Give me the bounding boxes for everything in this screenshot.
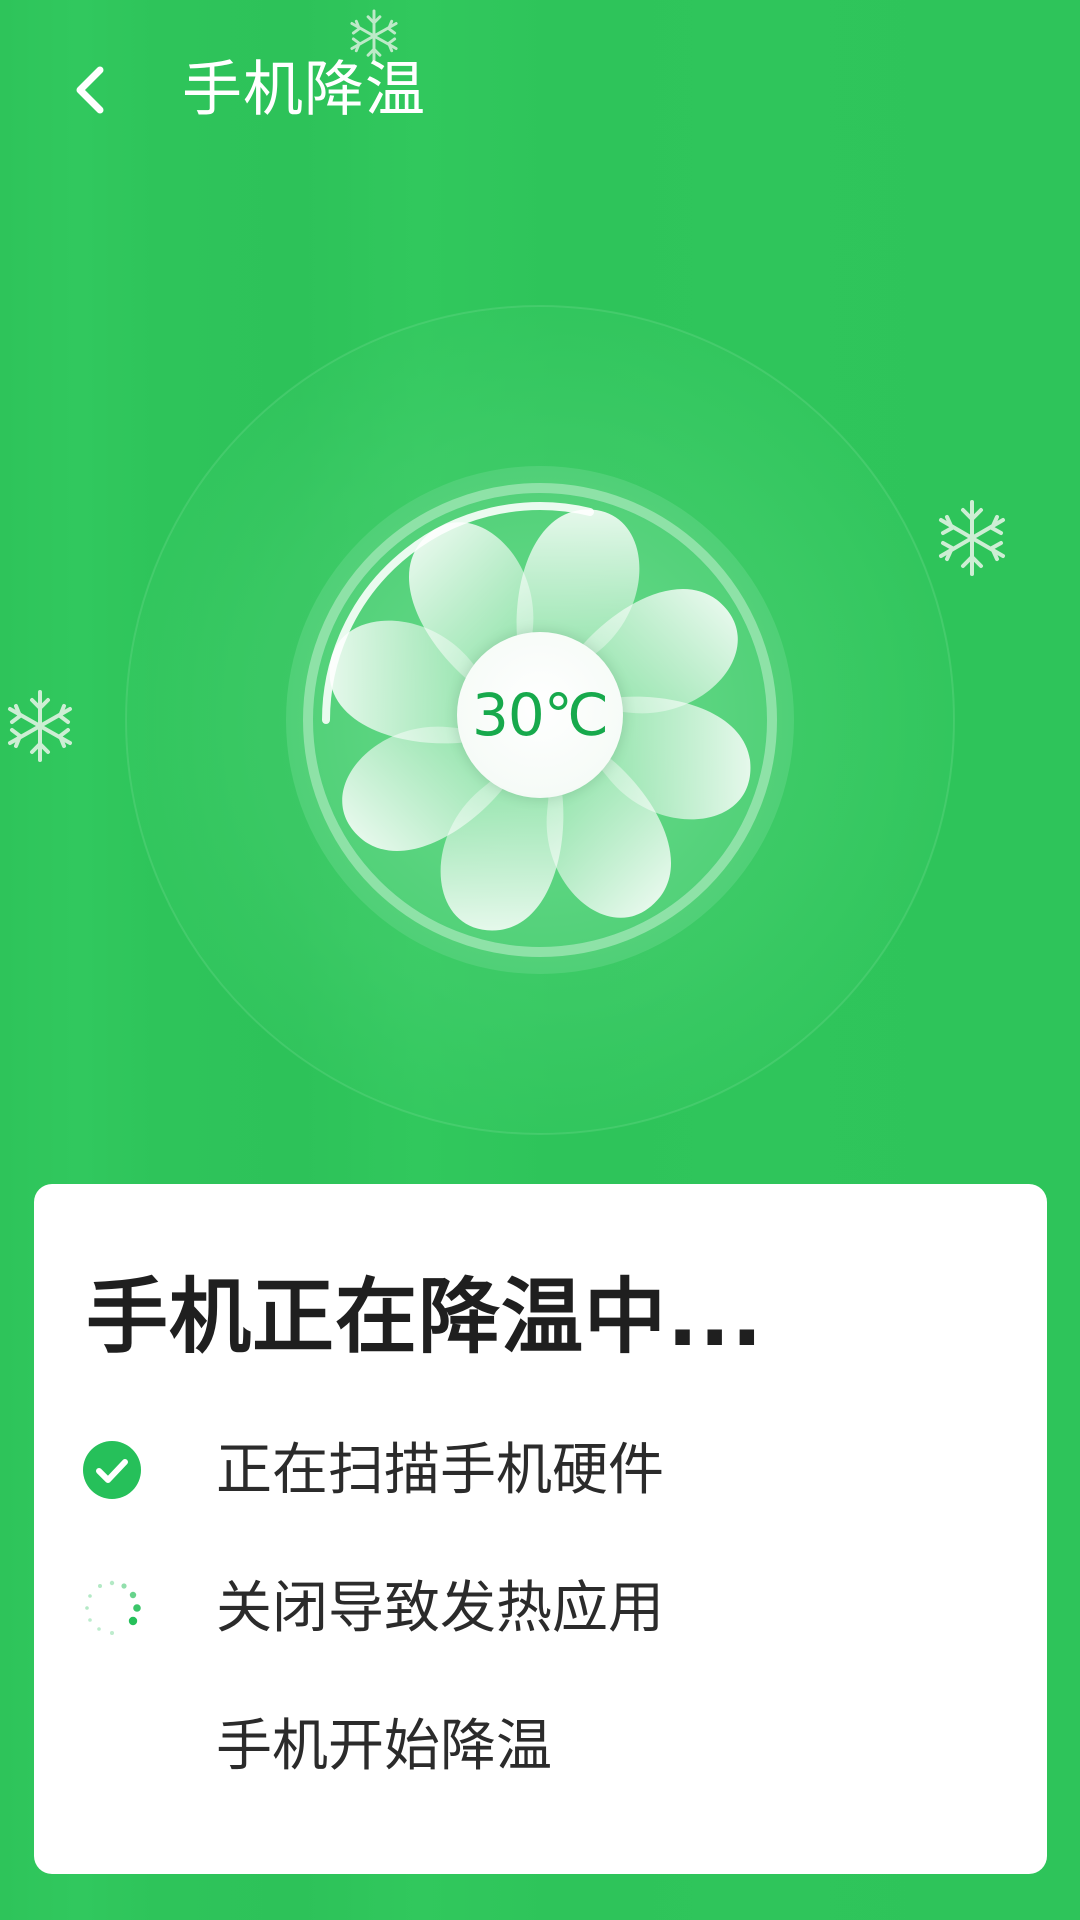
spinner-icon xyxy=(85,1580,141,1635)
step-item-start-cooling: 手机开始降温 xyxy=(82,1704,982,1788)
status-title: 手机正在降温中... xyxy=(86,1270,764,1365)
step-item-close-hot-apps: 关闭导致发热应用 xyxy=(82,1566,982,1650)
temperature-value: 30℃ xyxy=(472,681,609,749)
cooling-fan-area: 30℃ xyxy=(0,0,1080,1180)
step-label: 关闭导致发热应用 xyxy=(216,1576,664,1641)
step-label: 正在扫描手机硬件 xyxy=(216,1438,664,1503)
step-label: 手机开始降温 xyxy=(216,1714,552,1779)
temperature-badge: 30℃ xyxy=(457,632,623,798)
step-item-scan-hardware: 正在扫描手机硬件 xyxy=(82,1428,982,1512)
check-circle-icon xyxy=(83,1441,141,1499)
cooling-status-card: 手机正在降温中... 正在扫描手机硬件 关闭导致发热应用 手机开始降温 xyxy=(34,1184,1047,1874)
fan-icon xyxy=(125,305,955,1135)
